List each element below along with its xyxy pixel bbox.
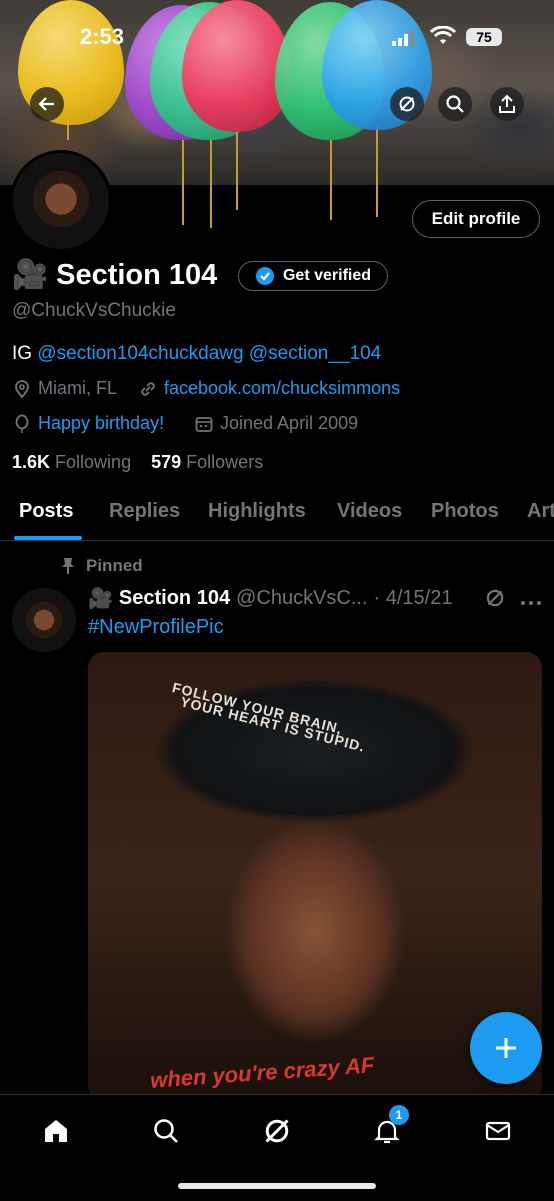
- tab-highlights[interactable]: Highlights: [208, 500, 306, 523]
- share-button[interactable]: [490, 87, 524, 121]
- bio-prefix: IG: [12, 343, 33, 364]
- profile-avatar[interactable]: [10, 150, 112, 252]
- search-button[interactable]: [438, 87, 472, 121]
- profile-handle: @ChuckVsChuckie: [12, 300, 176, 321]
- get-verified-button[interactable]: Get verified: [238, 261, 388, 291]
- post-hashtag[interactable]: #NewProfilePic: [88, 616, 224, 639]
- bio-mention-1[interactable]: @section104chuckdawg: [37, 343, 243, 364]
- tab-posts[interactable]: Posts: [19, 500, 73, 523]
- balloon-string: [210, 140, 212, 228]
- active-tab-indicator: [14, 536, 82, 540]
- post-author-name[interactable]: Section 104: [119, 587, 230, 610]
- post-author-handle[interactable]: @ChuckVsC...: [236, 587, 367, 610]
- home-indicator: [178, 1183, 376, 1189]
- tab-articles[interactable]: Art: [527, 500, 554, 523]
- nav-messages[interactable]: [478, 1111, 518, 1151]
- followers-link[interactable]: 579 Followers: [151, 452, 263, 472]
- location-text: Miami, FL: [38, 378, 118, 398]
- balloon-string: [376, 125, 378, 217]
- post-more-button[interactable]: [520, 594, 542, 612]
- verified-badge-icon: [255, 267, 274, 285]
- battery-indicator: 75: [466, 28, 502, 46]
- balloon-string: [236, 130, 238, 210]
- get-verified-label: Get verified: [282, 267, 372, 284]
- pin-icon: [62, 558, 74, 574]
- back-button[interactable]: [30, 87, 64, 121]
- following-link[interactable]: 1.6K Following: [12, 452, 131, 472]
- post-date[interactable]: · 4/15/21: [374, 587, 453, 610]
- tab-photos[interactable]: Photos: [431, 500, 499, 523]
- post-author-avatar[interactable]: [12, 588, 76, 652]
- post-header: 🎥 Section 104 @ChuckVsC... · 4/15/21: [88, 586, 452, 611]
- profile-tabs: Posts Replies Highlights Videos Photos A…: [0, 490, 554, 541]
- compose-button[interactable]: [470, 1012, 542, 1084]
- profile-name: 🎥 Section 104: [12, 258, 217, 292]
- profile-website[interactable]: facebook.com/chucksimmons: [138, 378, 400, 399]
- nav-notifications[interactable]: 1: [367, 1105, 409, 1151]
- status-time: 2:53: [80, 24, 125, 49]
- tab-videos[interactable]: Videos: [337, 500, 402, 523]
- post-grok-button[interactable]: [484, 587, 506, 614]
- camera-emoji: 🎥: [12, 259, 49, 291]
- author-emoji: 🎥: [88, 588, 113, 610]
- mail-icon: [485, 1121, 511, 1141]
- link-icon: [141, 381, 155, 396]
- nav-search[interactable]: [146, 1111, 186, 1151]
- notification-badge: 1: [389, 1105, 409, 1125]
- grok-icon: [486, 589, 504, 607]
- share-icon: [499, 94, 515, 113]
- location-icon: [15, 379, 29, 398]
- pinned-label: Pinned: [60, 556, 143, 576]
- grok-icon: [399, 96, 415, 112]
- balloon-string: [182, 140, 184, 225]
- wifi-icon: [429, 25, 457, 51]
- grok-button[interactable]: [390, 87, 424, 121]
- tab-replies[interactable]: Replies: [109, 500, 180, 523]
- follow-counts: 1.6K Following 579 Followers: [12, 452, 263, 473]
- more-icon: [521, 601, 541, 605]
- profile-joined: Joined April 2009: [194, 413, 358, 434]
- profile-bio: IG @section104chuckdawg @section__104: [12, 343, 381, 365]
- joined-text: Joined April 2009: [220, 413, 359, 433]
- search-icon: [154, 1119, 178, 1143]
- display-name: Section 104: [56, 258, 218, 291]
- grok-icon: [265, 1119, 289, 1143]
- plus-icon: [496, 1038, 516, 1058]
- balloon-icon: [15, 414, 29, 433]
- nav-grok[interactable]: [257, 1111, 297, 1151]
- back-arrow-icon: [38, 97, 54, 111]
- profile-birthday[interactable]: Happy birthday!: [12, 413, 164, 434]
- calendar-icon: [195, 416, 213, 432]
- signal-icon: [392, 30, 414, 51]
- edit-profile-button[interactable]: Edit profile: [412, 200, 540, 238]
- birthday-link[interactable]: Happy birthday!: [38, 413, 164, 434]
- website-link[interactable]: facebook.com/chucksimmons: [164, 378, 400, 399]
- balloon-string: [330, 140, 332, 220]
- profile-location: Miami, FL: [12, 378, 117, 399]
- home-icon: [45, 1120, 67, 1142]
- nav-home[interactable]: [36, 1111, 76, 1151]
- bio-mention-2[interactable]: @section__104: [249, 343, 381, 364]
- search-icon: [446, 95, 464, 113]
